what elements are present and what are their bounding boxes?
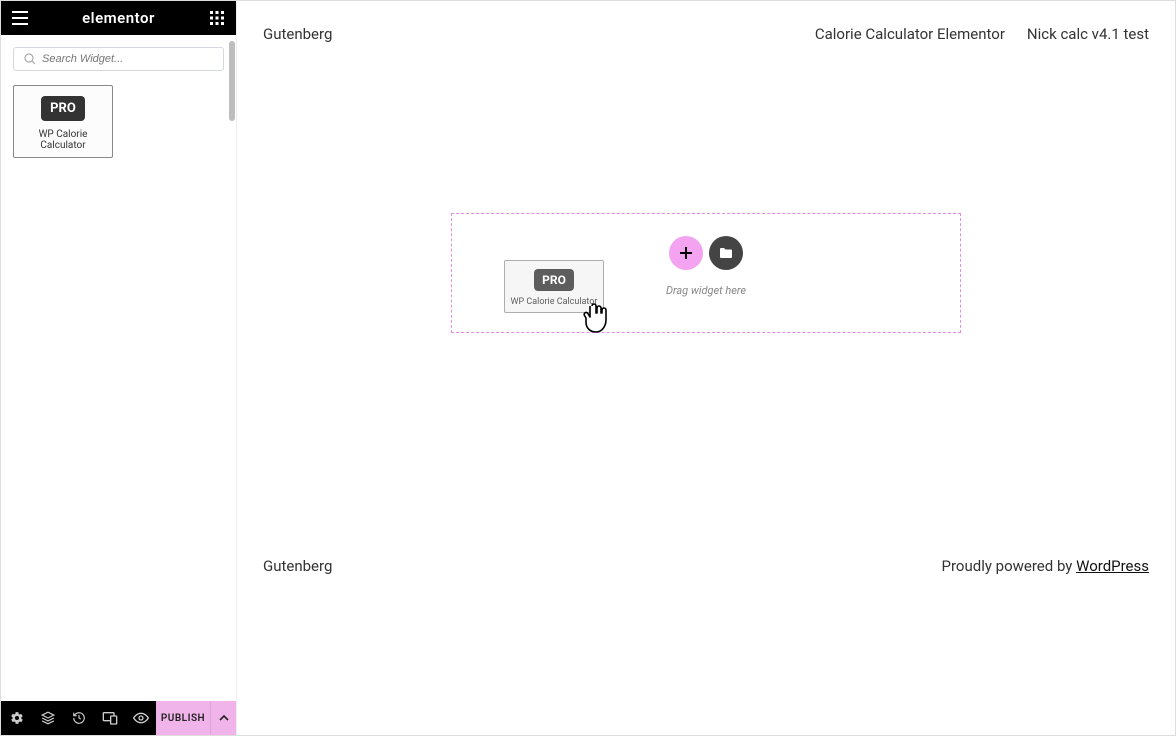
preview-footer: Gutenberg Proudly powered by WordPress — [237, 557, 1175, 575]
brand-logo: elementor — [82, 9, 155, 27]
widgets-grid-icon[interactable] — [208, 9, 226, 27]
site-title[interactable]: Gutenberg — [263, 25, 332, 43]
panel-footer: PUBLISH — [1, 701, 236, 735]
widget-wp-calorie-calculator[interactable]: PRO WP Calorie Calculator — [13, 85, 113, 158]
editor-canvas: Gutenberg Calorie Calculator Elementor N… — [237, 1, 1175, 735]
preview-header: Gutenberg Calorie Calculator Elementor N… — [237, 1, 1175, 53]
pro-badge: PRO — [41, 96, 85, 121]
hamburger-icon[interactable] — [11, 9, 29, 27]
folder-icon — [719, 247, 733, 259]
wordpress-link[interactable]: WordPress — [1076, 557, 1149, 575]
template-library-button[interactable] — [709, 236, 743, 270]
footer-site-title[interactable]: Gutenberg — [263, 557, 332, 575]
footer-credit-text: Proudly powered by — [942, 557, 1077, 575]
search-icon — [24, 53, 36, 65]
footer-credit: Proudly powered by WordPress — [942, 557, 1149, 575]
panel-header: elementor — [1, 1, 236, 35]
history-icon[interactable] — [63, 701, 94, 735]
widget-label: WP Calorie Calculator — [18, 129, 108, 151]
preview-icon[interactable] — [125, 701, 156, 735]
nav-links: Calorie Calculator Elementor Nick calc v… — [815, 25, 1149, 43]
panel-body: PRO WP Calorie Calculator — [1, 35, 236, 701]
search-widget-input[interactable] — [42, 53, 213, 65]
navigator-icon[interactable] — [32, 701, 63, 735]
plus-icon — [679, 246, 693, 260]
settings-icon[interactable] — [1, 701, 32, 735]
responsive-icon[interactable] — [94, 701, 125, 735]
search-widget-input-wrap[interactable] — [13, 47, 224, 71]
panel-scrollbar[interactable] — [229, 41, 235, 121]
elementor-panel: elementor PRO WP Calorie Calculator — [1, 1, 237, 735]
add-section-button[interactable] — [669, 236, 703, 270]
nav-link[interactable]: Nick calc v4.1 test — [1027, 25, 1149, 43]
dragging-widget-ghost: PRO WP Calorie Calculator — [504, 260, 604, 313]
nav-link[interactable]: Calorie Calculator Elementor — [815, 25, 1005, 43]
publish-button[interactable]: PUBLISH — [156, 701, 210, 735]
pro-badge: PRO — [534, 269, 574, 291]
publish-options-chevron[interactable] — [210, 701, 236, 735]
section-drop-zone[interactable]: Drag widget here PRO WP Calorie Calculat… — [451, 213, 961, 333]
widget-label: WP Calorie Calculator — [509, 297, 599, 307]
